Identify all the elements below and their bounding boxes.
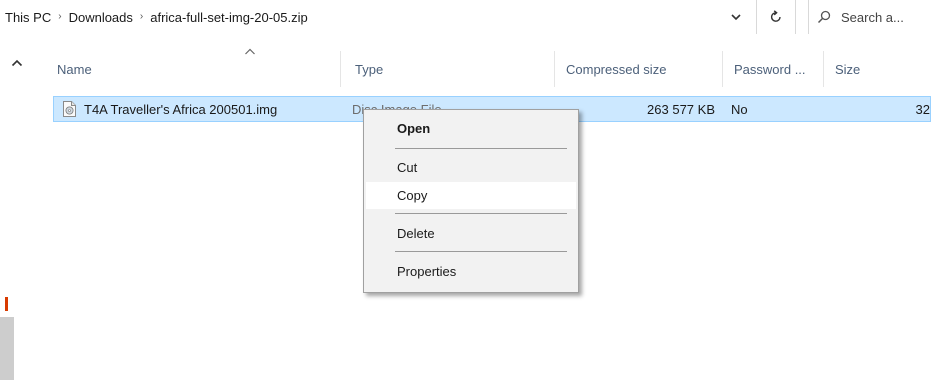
column-header-size[interactable]: Size bbox=[824, 51, 931, 87]
address-bar[interactable]: This PC › Downloads › africa-full-set-im… bbox=[0, 0, 931, 34]
search-box[interactable]: Search a... bbox=[808, 0, 931, 34]
chevron-right-icon[interactable]: › bbox=[58, 11, 61, 22]
column-header-label: Type bbox=[355, 61, 384, 77]
disc-image-file-icon bbox=[63, 101, 76, 117]
menu-item-delete[interactable]: Delete bbox=[366, 220, 576, 247]
menu-separator bbox=[395, 251, 567, 252]
chevron-down-icon bbox=[731, 13, 741, 20]
file-name: T4A Traveller's Africa 200501.img bbox=[84, 101, 278, 117]
menu-item-copy[interactable]: Copy bbox=[366, 182, 576, 209]
column-header-label: Compressed size bbox=[566, 61, 667, 77]
context-menu: Open Cut Copy Delete Properties bbox=[363, 109, 579, 293]
menu-separator bbox=[395, 148, 567, 149]
menu-separator bbox=[395, 213, 567, 214]
menu-item-properties[interactable]: Properties bbox=[366, 258, 576, 285]
breadcrumb: This PC › Downloads › africa-full-set-im… bbox=[0, 0, 308, 34]
file-compressed-size: 263 577 KB bbox=[647, 101, 715, 117]
menu-item-open[interactable]: Open bbox=[366, 115, 576, 142]
breadcrumb-item-downloads[interactable]: Downloads bbox=[69, 10, 133, 25]
chevron-right-icon[interactable]: › bbox=[140, 11, 143, 22]
column-header-label: Name bbox=[57, 61, 92, 77]
column-header-password[interactable]: Password ... bbox=[723, 51, 824, 87]
column-header-label: Size bbox=[835, 61, 861, 77]
column-header-compressed-size[interactable]: Compressed size bbox=[555, 51, 723, 87]
search-input[interactable]: Search a... bbox=[841, 10, 904, 25]
column-header-label: Password ... bbox=[734, 61, 806, 77]
scrollbar-thumb[interactable] bbox=[0, 317, 14, 380]
column-header: Name Type Compressed size Password ... S… bbox=[46, 48, 931, 87]
column-header-name[interactable]: Name bbox=[46, 48, 341, 87]
column-header-type[interactable]: Type bbox=[344, 51, 555, 87]
breadcrumb-item-this-pc[interactable]: This PC bbox=[5, 10, 51, 25]
menu-item-cut[interactable]: Cut bbox=[366, 154, 576, 181]
file-password: No bbox=[731, 101, 748, 117]
marker bbox=[5, 297, 8, 311]
sort-up-icon bbox=[245, 48, 255, 55]
refresh-button[interactable] bbox=[756, 0, 796, 34]
file-size: 32 bbox=[915, 101, 930, 117]
scroll-up-icon[interactable] bbox=[11, 58, 23, 68]
address-history-dropdown[interactable] bbox=[728, 9, 744, 25]
search-icon bbox=[817, 10, 831, 24]
refresh-icon bbox=[770, 10, 781, 22]
breadcrumb-item-zip[interactable]: africa-full-set-img-20-05.zip bbox=[150, 10, 308, 25]
